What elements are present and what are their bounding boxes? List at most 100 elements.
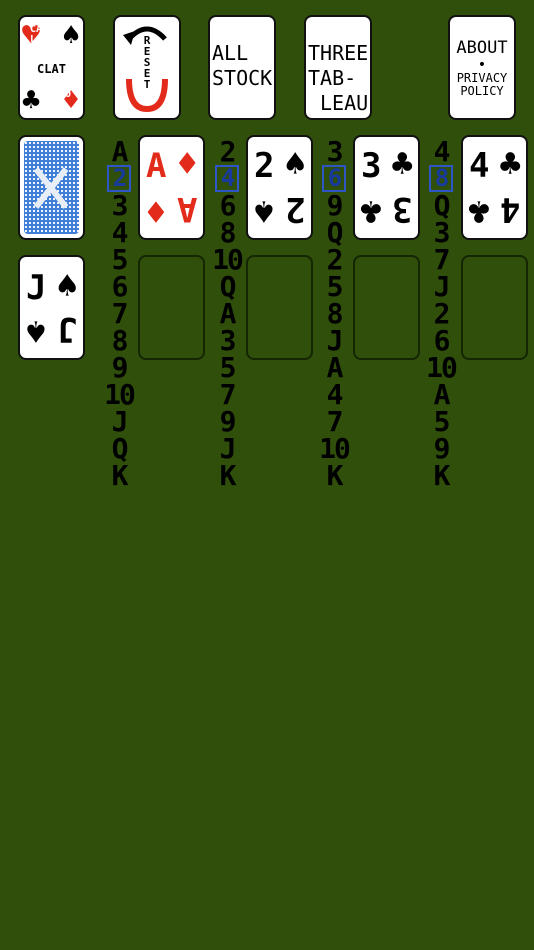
waste-rank-bottom: J: [56, 309, 77, 349]
sequence-rank: 3: [111, 189, 129, 222]
three-tableau-label-line2: TAB-: [308, 66, 357, 90]
foundation-card-3[interactable]: 3 ♣ ♣ 3: [353, 135, 420, 240]
sequence-rank: 3: [433, 216, 451, 249]
sequence-rank: Q: [433, 189, 451, 222]
sequence-rank: 10: [212, 243, 244, 276]
next-rank-indicator: 2: [107, 165, 131, 192]
sequence-rank: Q: [219, 270, 237, 303]
next-rank-indicator: 4: [215, 165, 239, 192]
sequence-rank: 5: [433, 405, 451, 438]
sequence-rank: 5: [111, 243, 129, 276]
three-tableau-button[interactable]: THREE TAB- LEAU: [304, 15, 372, 120]
logo-text-line3: ION: [59, 89, 72, 110]
sequence-rank: 9: [111, 351, 129, 384]
foundation-1-rank-bottom: A: [176, 189, 197, 229]
sequence-rank: J: [326, 324, 344, 357]
next-rank-indicator: 6: [322, 165, 346, 192]
sequence-column-1: A 2 3 4 5 6 7 8 9 10 J Q K: [104, 138, 136, 492]
sequence-rank: 7: [433, 243, 451, 276]
logo-text-line2: CLAT: [37, 62, 66, 76]
policy-label: POLICY: [460, 83, 504, 98]
sequence-rank: J: [219, 432, 237, 465]
about-label: ABOUT: [456, 37, 508, 58]
sequence-rank: 7: [219, 378, 237, 411]
sequence-rank: 3: [219, 324, 237, 357]
sequence-rank: A: [433, 378, 451, 411]
sequence-rank: J: [111, 405, 129, 438]
all-stock-label-line2: STOCK: [212, 66, 273, 90]
stock-pile[interactable]: [18, 135, 85, 240]
foundation-1-rank: A: [146, 146, 167, 186]
sequence-rank: 3: [326, 135, 344, 168]
sequence-rank: Q: [326, 216, 344, 249]
sequence-rank: 2: [219, 135, 237, 168]
club-icon: ♣: [22, 83, 41, 118]
foundation-3-rank-bottom: 3: [391, 189, 412, 229]
sequence-rank: 10: [104, 378, 136, 411]
sequence-rank: 9: [219, 405, 237, 438]
foundation-4-suit-icon: ♣: [499, 144, 521, 185]
foundation-3-rank: 3: [361, 146, 382, 186]
foundation-3-suit-icon-bottom: ♣: [360, 190, 382, 231]
sequence-rank: 9: [433, 432, 451, 465]
sequence-rank: 4: [433, 135, 451, 168]
waste-suit-icon-bottom: ♠: [25, 310, 47, 351]
about-bullet: •: [477, 56, 487, 73]
sequence-rank: K: [111, 459, 129, 492]
reset-label: RESET: [143, 34, 151, 91]
spade-icon: ♠: [61, 18, 80, 53]
foundation-4-suit-icon-bottom: ♣: [468, 190, 490, 231]
reset-button[interactable]: RESET: [113, 15, 181, 120]
foundation-2-suit-icon: ♠: [284, 144, 306, 185]
sequence-rank: 5: [219, 351, 237, 384]
all-stock-button[interactable]: ALL STOCK: [208, 15, 276, 120]
sequence-rank: 8: [326, 297, 344, 330]
foundation-4-rank-bottom: 4: [499, 189, 520, 229]
foundation-card-1[interactable]: A ♦ ♦ A: [138, 135, 205, 240]
foundation-card-4[interactable]: 4 ♣ ♣ 4: [461, 135, 528, 240]
foundation-2-rank: 2: [254, 146, 275, 186]
sequence-rank: 8: [219, 216, 237, 249]
foundation-2-suit-icon-bottom: ♠: [253, 190, 275, 231]
logo-text-line1: CAL: [30, 24, 43, 45]
foundation-card-2[interactable]: 2 ♠ ♠ 2: [246, 135, 313, 240]
tableau-slot-3[interactable]: [353, 255, 420, 360]
sequence-rank: 10: [319, 432, 351, 465]
foundation-3-suit-icon: ♣: [391, 144, 413, 185]
tableau-slot-2[interactable]: [246, 255, 313, 360]
sequence-rank: 6: [111, 270, 129, 303]
all-stock-label-line1: ALL: [212, 41, 249, 65]
sequence-rank: 8: [111, 324, 129, 357]
tableau-slot-4[interactable]: [461, 255, 528, 360]
sequence-rank: 4: [326, 378, 344, 411]
sequence-rank: J: [433, 270, 451, 303]
next-rank-indicator: 8: [429, 165, 453, 192]
stock-empty-x-icon: [33, 167, 69, 209]
foundation-1-suit-icon: ♦: [176, 144, 198, 185]
tableau-slot-1[interactable]: [138, 255, 205, 360]
sequence-rank: 2: [433, 297, 451, 330]
privacy-label: PRIVACY: [456, 70, 508, 85]
sequence-rank: 9: [326, 189, 344, 222]
sequence-rank: 5: [326, 270, 344, 303]
waste-card[interactable]: J ♠ ♠ J: [18, 255, 85, 360]
three-tableau-label-line3: LEAU: [320, 91, 369, 115]
sequence-rank: 7: [111, 297, 129, 330]
waste-suit-icon: ♠: [56, 266, 78, 307]
about-privacy-button[interactable]: ABOUT • PRIVACY POLICY: [448, 15, 516, 120]
foundation-4-rank: 4: [469, 146, 490, 186]
sequence-column-2: 2 4 6 8 10 Q A 3 5 7 9 J K: [212, 135, 244, 492]
sequence-rank: A: [219, 297, 237, 330]
sequence-column-3: 3 6 9 Q 2 5 8 J A 4 7 10 K: [319, 135, 351, 492]
sequence-rank: K: [219, 459, 237, 492]
sequence-rank: 2: [326, 243, 344, 276]
sequence-rank: K: [326, 459, 344, 492]
sequence-rank: 10: [426, 351, 458, 384]
sequence-rank: Q: [111, 432, 129, 465]
game-logo-button[interactable]: ♥ ♠ ♣ ♦ CAL CLAT ION: [18, 15, 85, 120]
three-tableau-label-line1: THREE: [308, 41, 369, 65]
sequence-rank: K: [433, 459, 451, 492]
sequence-rank: 4: [111, 216, 129, 249]
sequence-rank: 6: [433, 324, 451, 357]
foundation-2-rank-bottom: 2: [284, 189, 305, 229]
